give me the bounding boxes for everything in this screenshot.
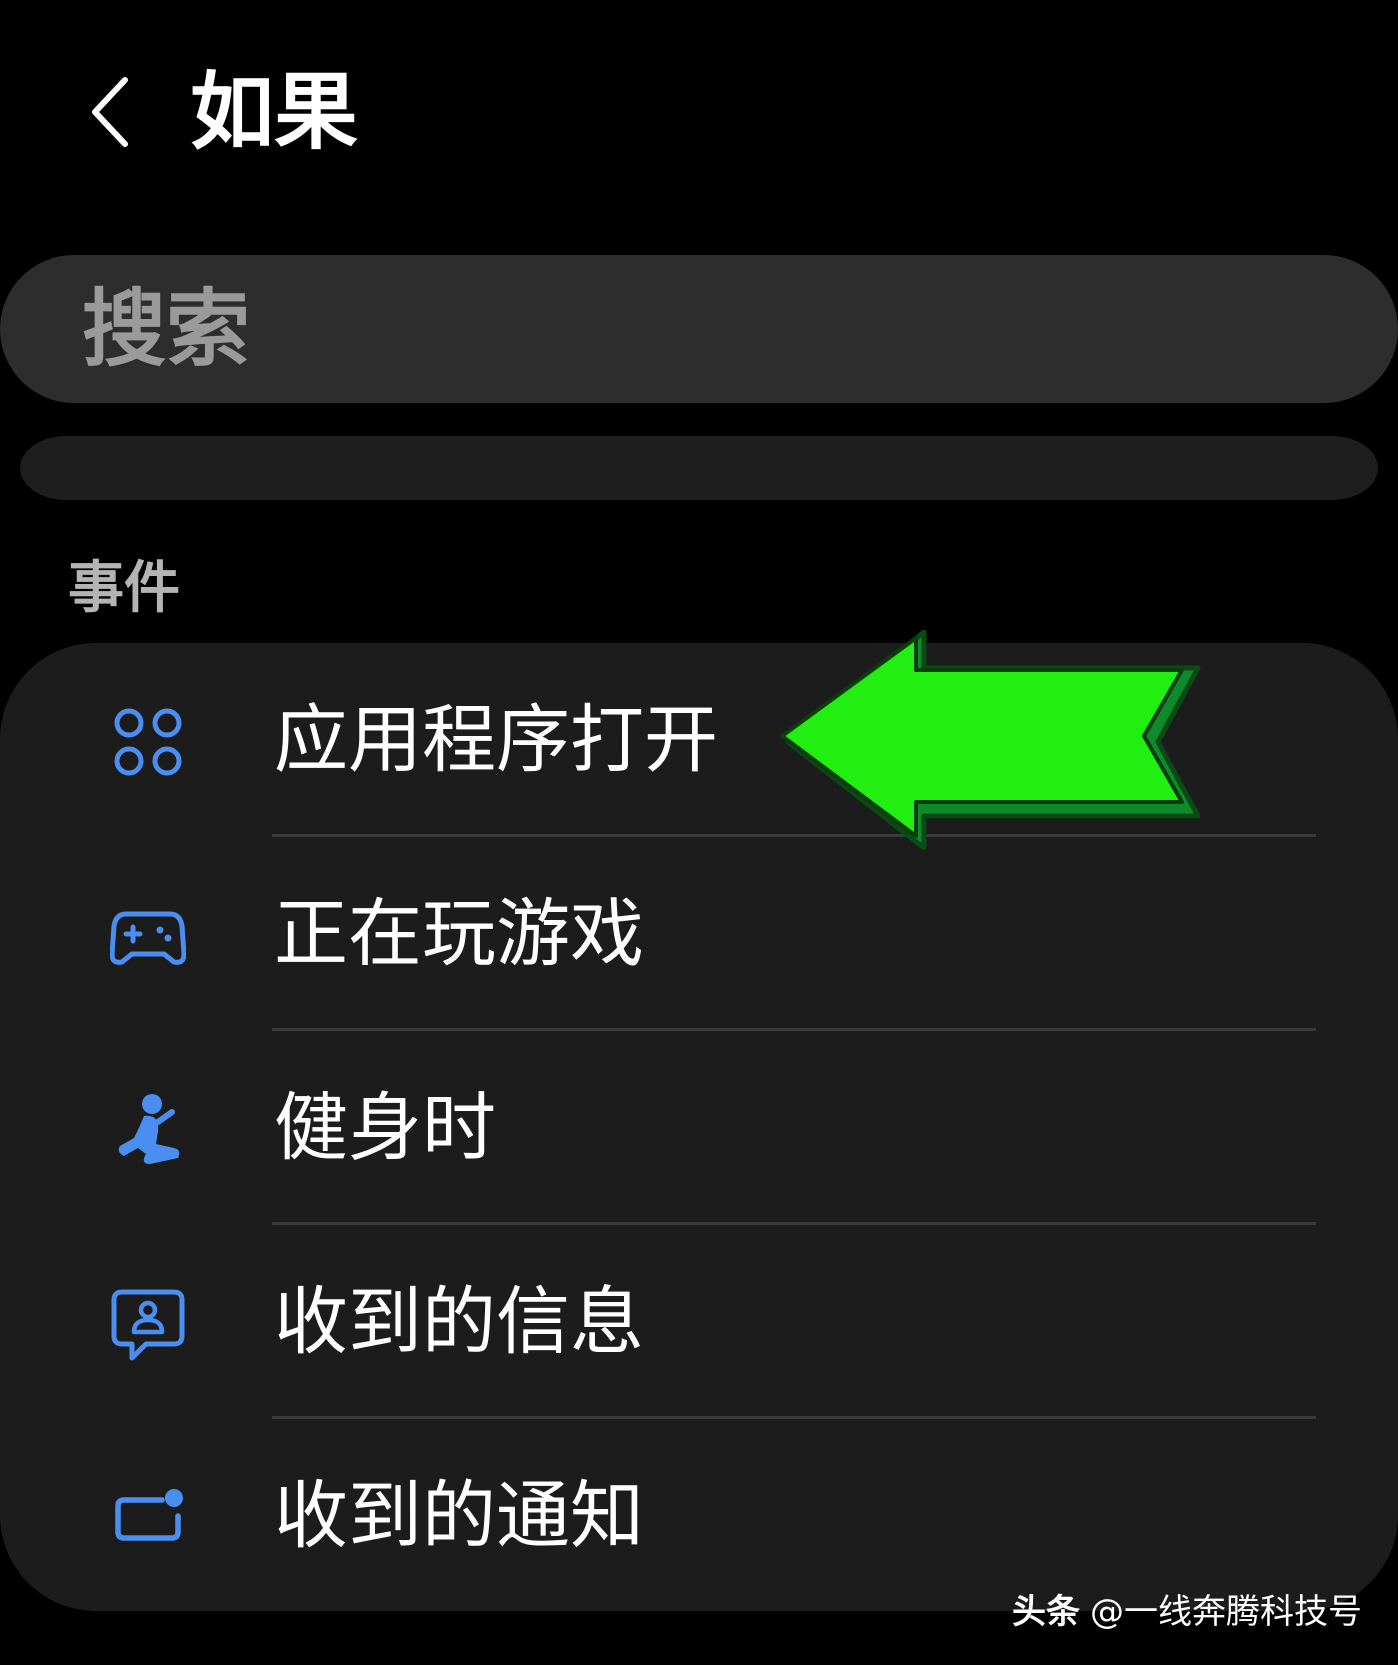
list-item-label: 收到的信息 xyxy=(274,1279,644,1365)
watermark-brand: 头条 xyxy=(1012,1592,1080,1632)
collapsed-card xyxy=(20,436,1378,500)
watermark-handle: @一线奔腾科技号 xyxy=(1090,1592,1362,1632)
page-title: 如果 xyxy=(190,63,359,161)
watermark: 头条 @一线奔腾科技号 xyxy=(1012,1588,1362,1636)
header: 如果 xyxy=(0,0,1398,230)
list-item-gaming[interactable]: 正在玩游戏 xyxy=(0,837,1398,1031)
annotation-arrow-icon xyxy=(780,630,1201,850)
back-button[interactable] xyxy=(70,62,150,162)
apps-grid-icon xyxy=(110,704,186,780)
search-placeholder: 搜索 xyxy=(82,280,251,378)
search-bar[interactable]: 搜索 xyxy=(0,255,1398,403)
notification-badge-icon xyxy=(110,1480,186,1556)
fitness-person-icon xyxy=(110,1092,186,1168)
gamepad-icon xyxy=(110,898,186,974)
list-item-messages[interactable]: 收到的信息 xyxy=(0,1225,1398,1419)
list-item-label: 应用程序打开 xyxy=(274,697,718,783)
message-bubble-icon xyxy=(110,1286,186,1362)
chevron-left-icon xyxy=(92,77,128,147)
list-item-label: 健身时 xyxy=(274,1085,496,1171)
section-label-events: 事件 xyxy=(68,556,180,621)
list-item-notifications[interactable]: 收到的通知 xyxy=(0,1419,1398,1611)
list-item-label: 正在玩游戏 xyxy=(274,891,644,977)
list-item-label: 收到的通知 xyxy=(274,1473,644,1559)
list-item-fitness[interactable]: 健身时 xyxy=(0,1031,1398,1225)
